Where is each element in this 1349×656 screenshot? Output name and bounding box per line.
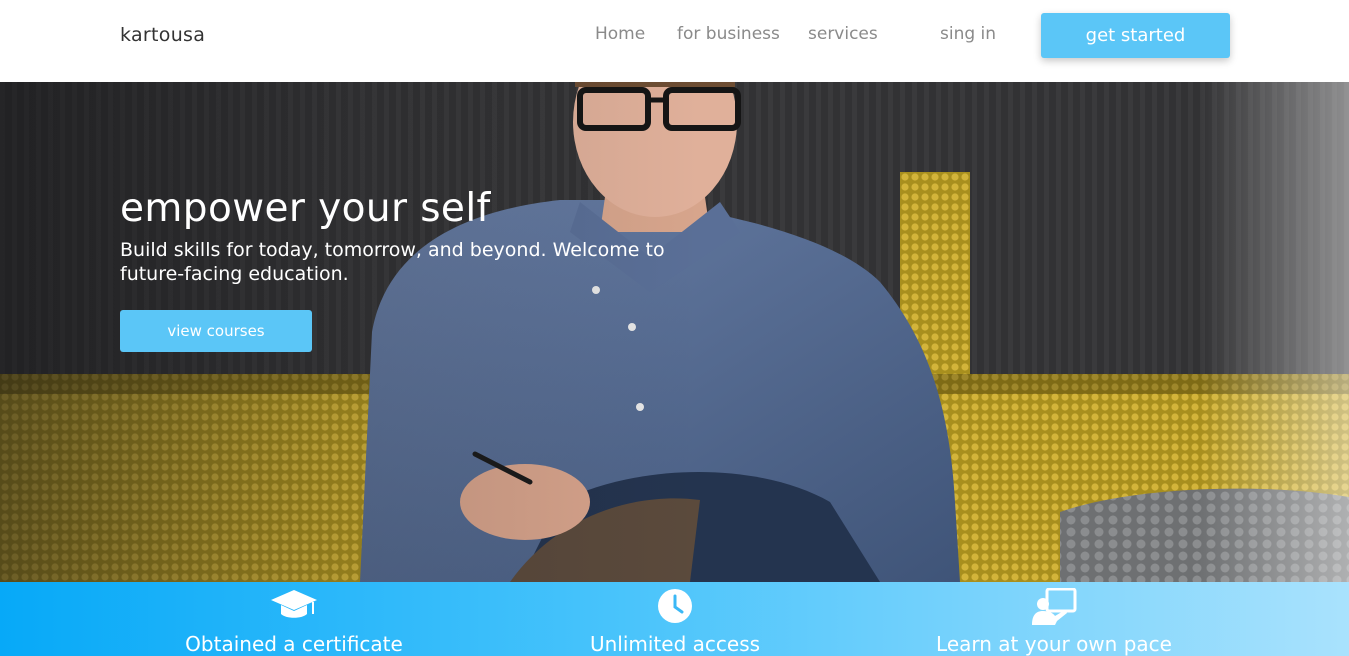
feature-label: Learn at your own pace [936,632,1172,656]
feature-certificate: Obtained a certificate [129,588,459,656]
feature-label: Unlimited access [589,632,761,656]
brand-logo[interactable]: kartousa [120,24,205,46]
top-navbar: kartousa Home for business services sing… [0,0,1349,82]
graduation-cap-icon [271,590,317,618]
hero-title: empower your self [120,186,491,231]
get-started-button[interactable]: get started [1041,13,1230,58]
hero-subtitle: Build skills for today, tomorrow, and be… [120,239,665,285]
nav-link-home[interactable]: Home [595,24,645,44]
nav-link-for-business[interactable]: for business [677,24,780,44]
feature-unlimited-access: Unlimited access [510,588,840,656]
feature-label: Obtained a certificate [185,632,403,656]
nav-link-services[interactable]: services [808,24,878,44]
clock-icon [658,589,692,623]
feature-own-pace: Learn at your own pace [889,588,1219,656]
nav-link-sign-in[interactable]: sing in [940,24,996,44]
features-strip: Obtained a certificate Unlimited access … [0,582,1349,656]
view-courses-button[interactable]: view courses [120,310,312,352]
hero-section: empower your self Build skills for today… [0,82,1349,582]
teacher-board-icon [1032,588,1077,625]
